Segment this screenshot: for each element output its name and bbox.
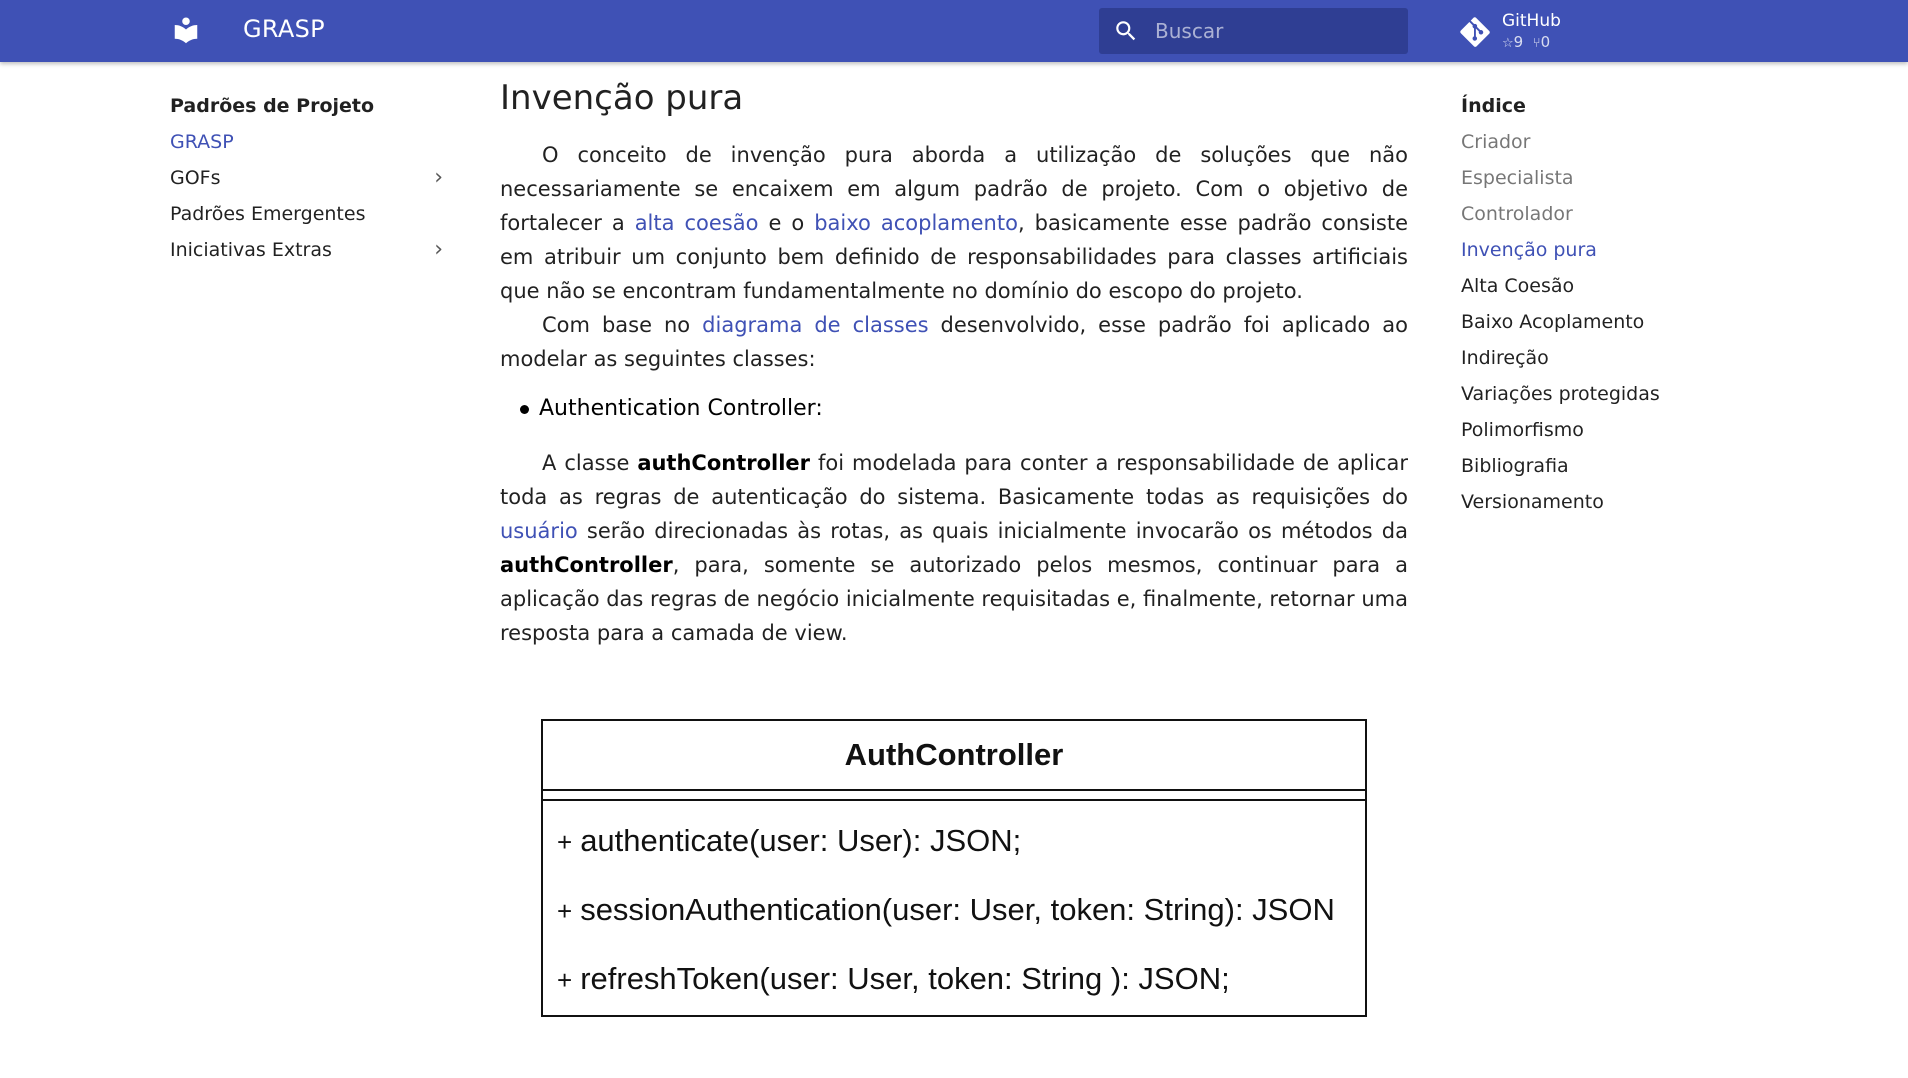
uml-class-diagram: AuthController + authenticate(user: User)… [541,719,1367,1017]
nav-item-label: GOFs [170,167,221,189]
uml-method-signature: refreshToken(user: User, token: String )… [580,961,1230,996]
paragraph-base: Com base no diagrama de classes desenvol… [500,308,1408,376]
toc-item-alta-coesao[interactable]: Alta Coesão [1461,272,1761,308]
uml-visibility: + [557,896,573,926]
toc-item-bibliografia[interactable]: Bibliografia [1461,452,1761,488]
repo-stats: ☆9 ⑂0 [1502,33,1550,51]
code-term: authController [500,553,673,577]
paragraph-intro: O conceito de invenção pura aborda a uti… [500,138,1408,308]
toc-item-controlador[interactable]: Controlador [1461,200,1761,236]
fork-count: 0 [1540,33,1551,51]
uml-method: + refreshToken(user: User, token: String … [557,961,1230,997]
site-title[interactable]: GRASP [243,15,325,43]
uml-method-signature: authenticate(user: User): JSON; [580,823,1022,858]
search-input[interactable] [1155,8,1395,54]
toc-title: Índice [1461,95,1526,117]
chevron-right-icon[interactable]: › [434,164,443,192]
link-diagrama-de-classes[interactable]: diagrama de classes [702,313,928,337]
toc-item-polimorfismo[interactable]: Polimorfismo [1461,416,1761,452]
toc-item-invencao-pura[interactable]: Invenção pura [1461,236,1761,272]
nav-title: Padrões de Projeto [170,95,375,117]
nav-item-label: Iniciativas Extras [170,239,332,261]
nav-item-iniciativas-extras[interactable]: Iniciativas Extras › [170,236,455,272]
github-repo-link[interactable]: GitHub ☆9 ⑂0 [1460,11,1600,55]
star-icon: ☆ [1502,36,1514,51]
toc-item-baixo-acoplamento[interactable]: Baixo Acoplamento [1461,308,1761,344]
fork-icon: ⑂ [1532,36,1541,51]
uml-visibility: + [557,827,573,857]
paragraph-auth-controller: A classe authController foi modelada par… [500,446,1408,650]
nav-item-label: GRASP [170,131,234,153]
search-box[interactable] [1099,8,1408,54]
uml-method-signature: sessionAuthentication(user: User, token:… [580,892,1335,927]
page-title: Invenção pura [500,78,744,118]
git-icon [1460,17,1490,47]
star-count: 9 [1513,33,1524,51]
nav-item-grasp[interactable]: GRASP [170,128,455,164]
chevron-right-icon[interactable]: › [434,236,443,264]
header-bar: GRASP GitHub ☆9 ⑂0 [0,0,1908,62]
nav-item-padroes-emergentes[interactable]: Padrões Emergentes [170,200,455,236]
link-usuario[interactable]: usuário [500,519,578,543]
search-icon[interactable] [1113,18,1139,44]
text-span: serão direcionadas às rotas, as quais in… [577,519,1408,543]
table-of-contents: Índice Criador Especialista Controlador … [1461,92,1761,524]
main-content: Invenção pura O conceito de invenção pur… [500,72,1408,650]
uml-class-name: AuthController [543,721,1365,791]
list-item-label: Authentication Controller: [539,396,823,421]
text-span: e o [758,211,815,235]
nav-item-gofs[interactable]: GOFs › [170,164,455,200]
toc-item-variacoes-protegidas[interactable]: Variações protegidas [1461,380,1761,416]
text-span: Com base no [542,313,703,337]
text-span: A classe [542,451,638,475]
uml-visibility: + [557,965,573,995]
toc-item-versionamento[interactable]: Versionamento [1461,488,1761,524]
uml-method: + sessionAuthentication(user: User, token… [557,892,1335,928]
toc-item-criador[interactable]: Criador [1461,128,1761,164]
uml-attributes-section [543,791,1365,801]
nav-item-label: Padrões Emergentes [170,203,366,225]
toc-item-especialista[interactable]: Especialista [1461,164,1761,200]
uml-method: + authenticate(user: User): JSON; [557,823,1021,859]
toc-item-indirecao[interactable]: Indireção [1461,344,1761,380]
bullet-icon [520,404,529,414]
code-term: authController [637,451,811,475]
list-item: Authentication Controller: [520,392,1408,426]
link-baixo-acoplamento[interactable]: baixo acoplamento [814,211,1018,235]
primary-nav: Padrões de Projeto GRASP GOFs › Padrões … [170,92,455,272]
book-logo-icon[interactable] [171,15,201,45]
link-alta-coesao[interactable]: alta coesão [635,211,759,235]
repo-name: GitHub [1502,11,1561,31]
